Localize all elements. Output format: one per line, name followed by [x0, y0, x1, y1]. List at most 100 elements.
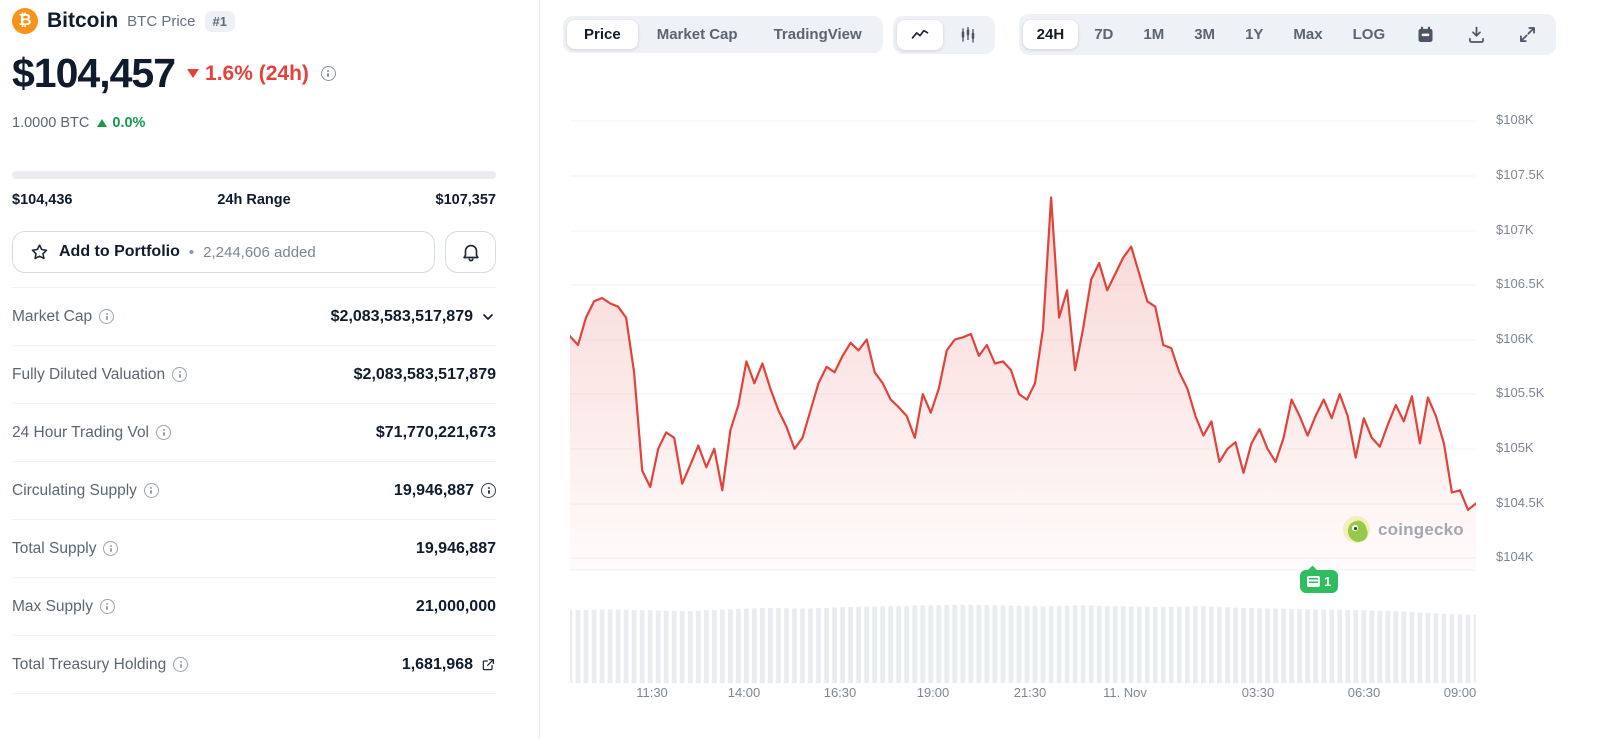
price-row: $104,457 1.6% (24h)	[12, 50, 496, 97]
portfolio-added-count: 2,244,606 added	[203, 244, 316, 261]
price-chart-svg	[570, 85, 1476, 683]
info-icon[interactable]	[172, 367, 187, 382]
price-info-icon[interactable]	[321, 66, 336, 81]
price-change-text: 1.6% (24h)	[205, 62, 309, 86]
download-icon	[1466, 24, 1487, 45]
news-icon	[1307, 576, 1320, 587]
rank-badge: #1	[205, 11, 235, 32]
y-tick: $106K	[1496, 331, 1534, 346]
btc-equivalent: 1.0000 BTC	[12, 115, 89, 131]
log-scale-toggle[interactable]: LOG	[1339, 20, 1400, 49]
x-tick: 11. Nov	[1103, 685, 1147, 700]
add-to-portfolio-button[interactable]: Add to Portfolio • 2,244,606 added	[12, 231, 435, 273]
y-tick: $105.5K	[1496, 385, 1544, 400]
range-max[interactable]: Max	[1279, 20, 1336, 49]
stat-label: Circulating Supply	[12, 482, 137, 500]
coin-symbol-label: BTC Price	[127, 13, 195, 30]
expand-button[interactable]	[1503, 18, 1552, 51]
volume-bars	[570, 605, 1476, 683]
line-chart-icon	[909, 25, 931, 45]
stats-table: Market Cap $2,083,583,517,879 Fully Dilu…	[12, 287, 496, 694]
x-axis-labels: 11:3014:0016:3019:0021:3011. Nov03:3006:…	[570, 685, 1476, 703]
stat-value: $71,770,221,673	[376, 424, 496, 442]
star-icon	[29, 242, 50, 263]
coin-summary-panel: ₿ Bitcoin BTC Price #1 $104,457 1.6% (24…	[0, 0, 540, 739]
x-tick: 21:30	[1014, 685, 1047, 700]
range-low: $104,436	[12, 192, 72, 208]
stat-value: $2,083,583,517,879	[331, 308, 473, 326]
chevron-down-icon[interactable]	[480, 309, 496, 325]
download-button[interactable]	[1452, 18, 1501, 51]
stat-label: Fully Diluted Valuation	[12, 366, 165, 384]
actions-row: Add to Portfolio • 2,244,606 added	[12, 231, 496, 273]
coingecko-watermark: coingecko	[1343, 516, 1464, 543]
price-chart[interactable]: 11:3014:0016:3019:0021:3011. Nov03:3006:…	[570, 85, 1476, 683]
bitcoin-logo-icon: ₿	[12, 8, 38, 34]
y-tick: $107.5K	[1496, 167, 1544, 182]
x-tick: 06:30	[1348, 685, 1381, 700]
stat-label: Market Cap	[12, 308, 92, 326]
news-annotation-badge[interactable]: 1	[1300, 570, 1338, 593]
tab-price[interactable]: Price	[567, 20, 638, 49]
y-tick: $104K	[1496, 549, 1534, 564]
range-7d[interactable]: 7D	[1080, 20, 1127, 49]
stat-value: 1,681,968	[402, 656, 473, 674]
y-tick: $107K	[1496, 222, 1534, 237]
info-icon[interactable]	[103, 541, 118, 556]
price-change-24h: 1.6% (24h)	[187, 62, 309, 86]
stat-label: Max Supply	[12, 598, 93, 616]
coingecko-logo-icon	[1343, 516, 1370, 543]
annotation-count: 1	[1324, 574, 1331, 589]
stat-label: 24 Hour Trading Vol	[12, 424, 149, 442]
add-to-portfolio-label: Add to Portfolio	[59, 243, 180, 261]
stat-row-trading-vol: 24 Hour Trading Vol $71,770,221,673	[12, 404, 496, 462]
price-alert-button[interactable]	[445, 231, 496, 273]
tab-tradingview[interactable]: TradingView	[757, 20, 879, 49]
info-icon[interactable]	[481, 483, 496, 498]
calendar-icon	[1415, 24, 1436, 45]
y-tick: $104.5K	[1496, 495, 1544, 510]
y-tick: $105K	[1496, 440, 1534, 455]
stat-row-total-supply: Total Supply 19,946,887	[12, 520, 496, 578]
stat-row-fdv: Fully Diluted Valuation $2,083,583,517,8…	[12, 346, 496, 404]
range-slider-bar[interactable]	[12, 171, 496, 179]
chart-type-switcher	[893, 16, 995, 54]
current-price: $104,457	[12, 50, 175, 97]
info-icon[interactable]	[144, 483, 159, 498]
x-tick: 11:30	[636, 685, 668, 700]
stat-value: $2,083,583,517,879	[354, 366, 496, 384]
range-1y[interactable]: 1Y	[1231, 20, 1277, 49]
info-icon[interactable]	[99, 309, 114, 324]
candlestick-toggle[interactable]	[945, 20, 991, 50]
y-tick: $106.5K	[1496, 276, 1544, 291]
coin-header: ₿ Bitcoin BTC Price #1	[12, 8, 496, 34]
expand-icon	[1517, 24, 1538, 45]
info-icon[interactable]	[100, 599, 115, 614]
view-switcher: Price Market Cap TradingView	[563, 16, 883, 53]
stat-label: Total Supply	[12, 540, 96, 558]
range-24h[interactable]: 24H	[1023, 20, 1079, 49]
range-3m[interactable]: 3M	[1180, 20, 1229, 49]
range-label: 24h Range	[217, 192, 290, 208]
btc-change: 0.0%	[97, 115, 145, 131]
x-tick: 14:00	[728, 685, 761, 700]
date-range-button[interactable]	[1401, 18, 1450, 51]
info-icon[interactable]	[173, 657, 188, 672]
coingecko-bitcoin-page: ₿ Bitcoin BTC Price #1 $104,457 1.6% (24…	[0, 0, 1604, 739]
external-link-icon[interactable]	[480, 657, 496, 673]
tab-market-cap[interactable]: Market Cap	[640, 20, 755, 49]
range-1m[interactable]: 1M	[1129, 20, 1178, 49]
down-triangle-icon	[187, 69, 199, 78]
coin-name: Bitcoin	[47, 9, 118, 33]
stat-value: 19,946,887	[394, 482, 474, 500]
info-icon[interactable]	[156, 425, 171, 440]
up-triangle-icon	[97, 119, 107, 127]
line-chart-toggle[interactable]	[897, 20, 943, 50]
x-tick: 16:30	[824, 685, 857, 700]
bell-icon	[460, 241, 482, 263]
btc-change-text: 0.0%	[112, 115, 145, 131]
stat-value: 19,946,887	[416, 540, 496, 558]
x-tick: 09:00	[1444, 685, 1477, 700]
x-tick: 03:30	[1242, 685, 1275, 700]
stat-row-circulating-supply: Circulating Supply 19,946,887	[12, 462, 496, 520]
